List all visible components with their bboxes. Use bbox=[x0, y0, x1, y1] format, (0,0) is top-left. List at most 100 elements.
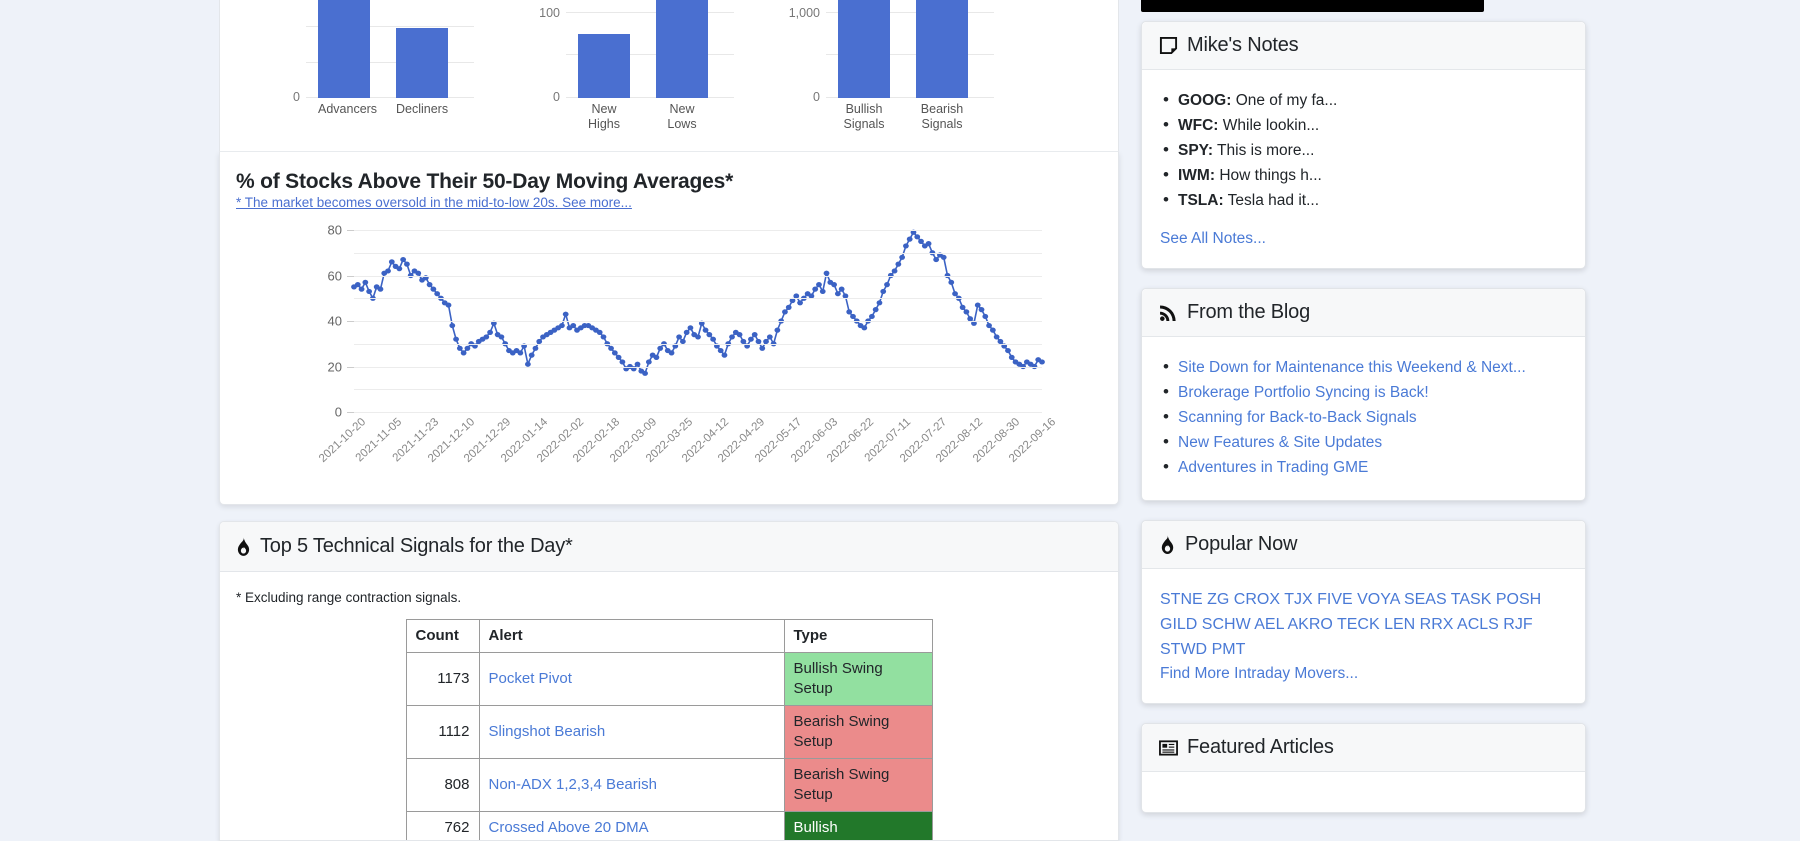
list-item[interactable]: TSLA: Tesla had it... bbox=[1160, 187, 1567, 213]
ticker-link[interactable]: STWD bbox=[1160, 641, 1207, 658]
blog-post-link[interactable]: Site Down for Maintenance this Weekend &… bbox=[1178, 359, 1526, 376]
bar-chart-2-yaxis: 100 0 bbox=[539, 6, 560, 104]
ticker-link[interactable]: AEL bbox=[1254, 616, 1284, 633]
popular-now-body: STNE ZG CROX TJX FIVE VOYA SEAS TASK POS… bbox=[1142, 569, 1585, 703]
ticker-link[interactable]: RRX bbox=[1420, 616, 1454, 633]
blog-post-link[interactable]: New Features & Site Updates bbox=[1178, 434, 1382, 451]
ticker-link[interactable]: SCHW bbox=[1202, 616, 1251, 633]
find-more-movers-link[interactable]: Find More Intraday Movers... bbox=[1160, 665, 1567, 683]
cell-count: 1173 bbox=[405, 652, 480, 706]
bar-chart-advancers-decliners: 2,000 0 Advancers Decliners bbox=[260, 0, 474, 116]
cell-type: Bullish bbox=[783, 811, 933, 840]
gridline bbox=[354, 252, 1042, 254]
note-ticker: IWM: bbox=[1178, 167, 1216, 184]
popular-ticker-list: STNE ZG CROX TJX FIVE VOYA SEAS TASK POS… bbox=[1160, 587, 1567, 662]
ticker-link[interactable]: ZG bbox=[1207, 591, 1229, 608]
dma-oversold-note-link[interactable]: * The market becomes oversold in the mid… bbox=[236, 195, 632, 210]
cell-alert: Pocket Pivot bbox=[478, 652, 785, 706]
y-tick-label: 80 bbox=[327, 222, 342, 238]
top-technical-signals-title: Top 5 Technical Signals for the Day* bbox=[260, 535, 573, 557]
bar-chart-new-highs-lows: 100 0 New Highs New Lows bbox=[520, 0, 734, 131]
bar-bearish-signals bbox=[916, 0, 968, 98]
y-tick bbox=[347, 321, 354, 322]
ticker-link[interactable]: FIVE bbox=[1317, 591, 1353, 608]
gridline bbox=[354, 298, 1042, 300]
y-tick bbox=[347, 230, 354, 231]
y-tick bbox=[347, 412, 354, 413]
gridline bbox=[354, 366, 1042, 368]
bar-new-lows bbox=[656, 0, 708, 98]
mikes-notes-title: Mike's Notes bbox=[1187, 34, 1299, 56]
bar-advancers bbox=[318, 0, 370, 98]
bar-new-highs bbox=[578, 34, 630, 98]
list-item[interactable]: WFC: While lookin... bbox=[1160, 112, 1567, 138]
note-icon bbox=[1159, 36, 1178, 55]
list-item[interactable]: IWM: How things h... bbox=[1160, 162, 1567, 188]
ticker-link[interactable]: STNE bbox=[1160, 591, 1203, 608]
market-breadth-bar-charts: 2,000 0 Advancers Decliners bbox=[219, 0, 1119, 152]
gridline bbox=[354, 321, 1042, 322]
bar-chart-bullish-bearish-signals: 1,000 0 Bullish Signals Bearish Signals bbox=[780, 0, 994, 131]
blog-post-link[interactable]: Brokerage Portfolio Syncing is Back! bbox=[1178, 384, 1429, 401]
bar-chart-3-yaxis: 1,000 0 bbox=[788, 6, 820, 104]
rss-icon bbox=[1160, 305, 1176, 322]
featured-articles-title: Featured Articles bbox=[1187, 736, 1334, 758]
mikes-notes-list: GOOG: One of my fa...WFC: While lookin..… bbox=[1160, 87, 1567, 213]
cell-type: Bullish Swing Setup bbox=[783, 652, 933, 706]
cell-type: Bearish Swing Setup bbox=[783, 705, 933, 759]
dma-chart-x-axis: 2021-10-20 2021-11-05 2021-11-23 2021-12-10… bbox=[317, 416, 1082, 486]
ticker-link[interactable]: SEAS bbox=[1404, 591, 1447, 608]
list-item[interactable]: SPY: This is more... bbox=[1160, 137, 1567, 163]
note-ticker: WFC: bbox=[1178, 117, 1219, 134]
ticker-link[interactable]: AKRO bbox=[1287, 616, 1332, 633]
list-item[interactable]: GOOG: One of my fa... bbox=[1160, 87, 1567, 113]
mikes-notes-panel: Mike's Notes GOOG: One of my fa...WFC: W… bbox=[1141, 21, 1586, 269]
ticker-link[interactable]: RJF bbox=[1503, 616, 1532, 633]
ticker-link[interactable]: TECK bbox=[1337, 616, 1380, 633]
ticker-link[interactable]: POSH bbox=[1496, 591, 1541, 608]
see-all-notes-link[interactable]: See All Notes... bbox=[1160, 230, 1266, 248]
bar-label-bearish-signals: Bearish Signals bbox=[920, 102, 964, 131]
note-ticker: SPY: bbox=[1178, 142, 1214, 159]
cell-type: Bearish Swing Setup bbox=[783, 758, 933, 812]
table-row: 1173 Pocket Pivot Bullish Swing Setup bbox=[405, 652, 933, 706]
bar-chart-1-yaxis: 2,000 0 bbox=[293, 90, 300, 104]
technical-signals-table: Count Alert Type 1173 Pocket Pivot Bullish… bbox=[405, 619, 933, 840]
bar-chart-3-plot: Bullish Signals Bearish Signals bbox=[826, 0, 994, 131]
alert-link[interactable]: Crossed Above 20 DMA bbox=[489, 819, 649, 836]
column-header-type: Type bbox=[783, 619, 933, 653]
gridline bbox=[354, 275, 1042, 277]
cell-count: 1112 bbox=[405, 705, 480, 759]
dashboard-page: 2,000 0 Advancers Decliners bbox=[0, 0, 1800, 841]
featured-articles-panel: Featured Articles bbox=[1141, 723, 1586, 813]
cell-count: 762 bbox=[405, 811, 480, 840]
cell-alert: Non-ADX 1,2,3,4 Bearish bbox=[478, 758, 785, 812]
ticker-link[interactable]: GILD bbox=[1160, 616, 1197, 633]
dma-chart-y-axis: 0 20 40 60 80 bbox=[296, 223, 342, 420]
mikes-notes-header: Mike's Notes bbox=[1142, 22, 1585, 70]
from-the-blog-title: From the Blog bbox=[1187, 301, 1311, 323]
note-ticker: GOOG: bbox=[1178, 92, 1232, 109]
alert-link[interactable]: Pocket Pivot bbox=[489, 670, 572, 687]
note-ticker: TSLA: bbox=[1178, 192, 1224, 209]
blog-post-link[interactable]: Scanning for Back-to-Back Signals bbox=[1178, 409, 1417, 426]
ticker-link[interactable]: ACLS bbox=[1457, 616, 1499, 633]
ticker-link[interactable]: LEN bbox=[1384, 616, 1415, 633]
newspaper-icon bbox=[1159, 740, 1178, 756]
ticker-link[interactable]: CROX bbox=[1234, 591, 1280, 608]
table-row: 762 Crossed Above 20 DMA Bullish bbox=[405, 811, 933, 840]
ticker-link[interactable]: VOYA bbox=[1357, 591, 1399, 608]
bar-label-decliners: Decliners bbox=[396, 102, 449, 116]
dma-chart-plot bbox=[347, 229, 1045, 413]
ad-banner-remnant bbox=[1141, 0, 1484, 12]
top-technical-signals-header: Top 5 Technical Signals for the Day* bbox=[220, 522, 1118, 572]
cell-alert: Slingshot Bearish bbox=[478, 705, 785, 759]
blog-post-link[interactable]: Adventures in Trading GME bbox=[1178, 459, 1368, 476]
alert-link[interactable]: Non-ADX 1,2,3,4 Bearish bbox=[489, 776, 657, 793]
gridline bbox=[354, 389, 1042, 391]
ticker-link[interactable]: TASK bbox=[1451, 591, 1492, 608]
alert-link[interactable]: Slingshot Bearish bbox=[489, 723, 606, 740]
ticker-link[interactable]: PMT bbox=[1212, 641, 1246, 658]
ticker-link[interactable]: TJX bbox=[1284, 591, 1312, 608]
featured-articles-header: Featured Articles bbox=[1142, 724, 1585, 772]
